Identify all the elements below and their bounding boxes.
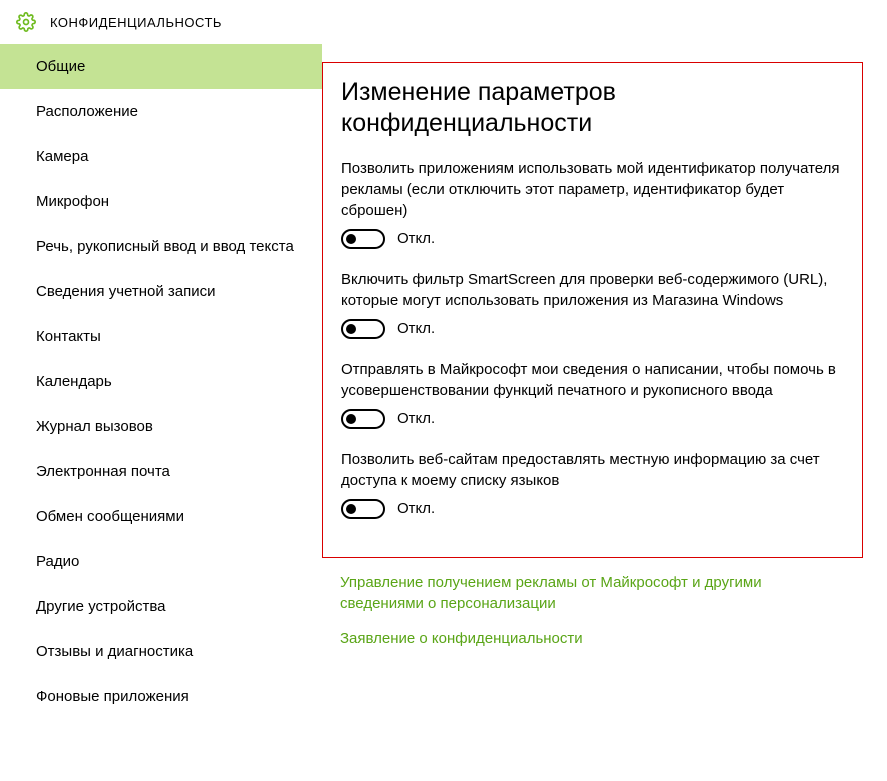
toggle-row: Откл. [341, 229, 844, 249]
setting-description: Позволить веб-сайтам предоставлять местн… [341, 449, 844, 491]
sidebar-item-7[interactable]: Календарь [0, 359, 322, 404]
toggle-state-label: Откл. [397, 410, 435, 427]
setting-block-2: Отправлять в Майкрософт мои сведения о н… [341, 359, 844, 429]
gear-icon [16, 12, 36, 32]
toggle-state-label: Откл. [397, 320, 435, 337]
header-title: КОНФИДЕНЦИАЛЬНОСТЬ [50, 15, 222, 30]
header: КОНФИДЕНЦИАЛЬНОСТЬ [0, 0, 887, 44]
sidebar-item-6[interactable]: Контакты [0, 314, 322, 359]
sidebar-item-0[interactable]: Общие [0, 44, 322, 89]
sidebar-item-label: Расположение [36, 103, 138, 120]
sidebar-item-label: Микрофон [36, 193, 109, 210]
sidebar-item-12[interactable]: Другие устройства [0, 584, 322, 629]
sidebar-item-5[interactable]: Сведения учетной записи [0, 269, 322, 314]
toggle-switch-3[interactable] [341, 499, 385, 519]
layout: Общие Расположение Камера Микрофон Речь, рук… [0, 44, 887, 777]
setting-description: Включить фильтр SmartScreen для проверки… [341, 269, 844, 311]
sidebar: Общие Расположение Камера Микрофон Речь, рук… [0, 44, 322, 777]
toggle-state-label: Откл. [397, 230, 435, 247]
main-content: Изменение параметров конфиденциальности … [322, 44, 887, 777]
setting-block-3: Позволить веб-сайтам предоставлять местн… [341, 449, 844, 519]
sidebar-item-label: Контакты [36, 328, 101, 345]
sidebar-item-10[interactable]: Обмен сообщениями [0, 494, 322, 539]
sidebar-item-9[interactable]: Электронная почта [0, 449, 322, 494]
setting-description: Позволить приложениям использовать мой и… [341, 158, 844, 221]
toggle-row: Откл. [341, 409, 844, 429]
setting-description: Отправлять в Майкрософт мои сведения о н… [341, 359, 844, 401]
setting-block-0: Позволить приложениям использовать мой и… [341, 158, 844, 249]
sidebar-item-label: Сведения учетной записи [36, 283, 216, 300]
toggle-knob [346, 414, 356, 424]
toggle-switch-0[interactable] [341, 229, 385, 249]
sidebar-item-label: Журнал вызовов [36, 418, 153, 435]
sidebar-item-8[interactable]: Журнал вызовов [0, 404, 322, 449]
sidebar-item-label: Обмен сообщениями [36, 508, 184, 525]
sidebar-item-11[interactable]: Радио [0, 539, 322, 584]
sidebar-item-label: Общие [36, 58, 85, 75]
sidebar-item-14[interactable]: Фоновые приложения [0, 674, 322, 719]
sidebar-item-label: Отзывы и диагностика [36, 643, 193, 660]
privacy-link-0[interactable]: Управление получением рекламы от Майкрос… [340, 572, 820, 614]
sidebar-item-label: Электронная почта [36, 463, 170, 480]
sidebar-item-3[interactable]: Микрофон [0, 179, 322, 224]
sidebar-item-1[interactable]: Расположение [0, 89, 322, 134]
sidebar-item-label: Другие устройства [36, 598, 165, 615]
sidebar-item-label: Радио [36, 553, 79, 570]
toggle-row: Откл. [341, 319, 844, 339]
sidebar-item-label: Камера [36, 148, 88, 165]
sidebar-item-label: Речь, рукописный ввод и ввод текста [36, 238, 294, 255]
toggle-switch-1[interactable] [341, 319, 385, 339]
sidebar-item-2[interactable]: Камера [0, 134, 322, 179]
highlight-box: Изменение параметров конфиденциальности … [322, 62, 863, 558]
page-title: Изменение параметров конфиденциальности [341, 77, 844, 140]
toggle-knob [346, 324, 356, 334]
toggle-row: Откл. [341, 499, 844, 519]
toggle-knob [346, 234, 356, 244]
setting-block-1: Включить фильтр SmartScreen для проверки… [341, 269, 844, 339]
toggle-switch-2[interactable] [341, 409, 385, 429]
sidebar-item-13[interactable]: Отзывы и диагностика [0, 629, 322, 674]
sidebar-item-label: Календарь [36, 373, 112, 390]
sidebar-item-label: Фоновые приложения [36, 688, 189, 705]
privacy-link-1[interactable]: Заявление о конфиденциальности [340, 628, 820, 649]
toggle-knob [346, 504, 356, 514]
sidebar-item-4[interactable]: Речь, рукописный ввод и ввод текста [0, 224, 322, 269]
toggle-state-label: Откл. [397, 500, 435, 517]
